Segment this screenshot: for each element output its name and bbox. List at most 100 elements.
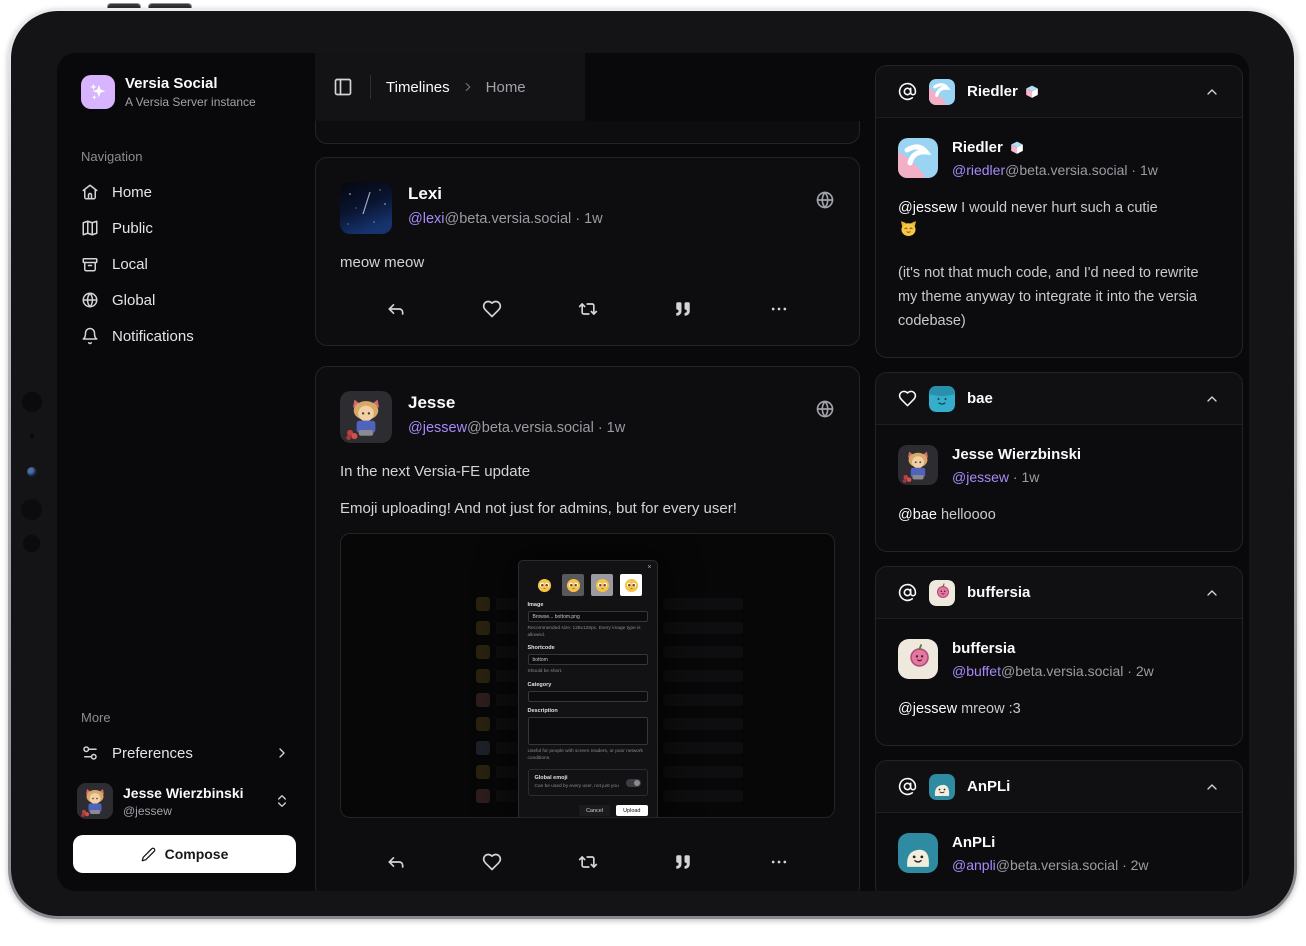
breadcrumb-root[interactable]: Timelines (386, 79, 450, 96)
breadcrumb-current: Home (486, 79, 526, 96)
notification-meta: @beta.versia.social · 2w (1001, 663, 1154, 679)
visibility-globe-icon[interactable] (815, 190, 835, 234)
toggle-switch (626, 779, 641, 787)
post-card-lexi[interactable]: Lexi @lexi@beta.versia.social · 1w meow … (315, 157, 860, 346)
emoji-preview (620, 574, 642, 596)
post-card-jesse[interactable]: Jesse @jessew@beta.versia.social · 1w In… (315, 366, 860, 891)
notification-header[interactable]: Riedler (876, 66, 1242, 118)
notification-card-buffersia: buffersia buffersia @buffet@beta.versia.… (875, 566, 1243, 746)
reply-button[interactable] (384, 297, 408, 321)
post-author[interactable]: Jesse (408, 393, 799, 413)
chevron-up-icon[interactable] (1204, 585, 1220, 601)
sidebar: Versia Social A Versia Server instance N… (57, 53, 312, 891)
more-options-button[interactable] (767, 850, 791, 874)
boost-button[interactable] (576, 297, 600, 321)
category-input (528, 691, 648, 702)
notification-body[interactable]: buffersia @buffet@beta.versia.social · 2… (876, 619, 1242, 745)
notification-author[interactable]: Jesse Wierzbinski (952, 446, 1081, 463)
sensor-dot (30, 434, 34, 438)
mention-link[interactable]: @jessew (898, 200, 957, 216)
pencil-icon (141, 847, 156, 862)
avatar[interactable] (898, 445, 938, 485)
chevron-up-icon[interactable] (1204, 84, 1220, 100)
notification-card-riedler: Riedler Riedler @riedler@beta.versia.soc… (875, 65, 1243, 358)
sidebar-item-label: Local (112, 256, 148, 273)
notification-meta: @beta.versia.social · 2w (996, 857, 1149, 873)
cat-smile-emoji (900, 220, 917, 237)
quote-button[interactable] (671, 297, 695, 321)
notification-author[interactable]: Riedler (952, 139, 1003, 156)
post-actions (340, 297, 835, 321)
sidebar-item-local[interactable]: Local (73, 246, 296, 282)
post-attachment-image[interactable]: × Image Browse... bottom.png Recommended (340, 533, 835, 818)
notification-body[interactable]: AnPLi @anpli@beta.versia.social · 2w (876, 813, 1242, 891)
house-icon (81, 183, 99, 201)
like-button[interactable] (480, 850, 504, 874)
post-text: Emoji uploading! And not just for admins… (340, 500, 835, 517)
sidebar-item-preferences[interactable]: Preferences (73, 735, 296, 771)
sensor-dot (22, 392, 42, 412)
cancel-button: Cancel (579, 805, 610, 816)
avatar[interactable] (898, 833, 938, 873)
sidebar-item-public[interactable]: Public (73, 210, 296, 246)
reply-button[interactable] (384, 850, 408, 874)
avatar[interactable] (340, 182, 392, 234)
avatar[interactable] (898, 639, 938, 679)
bell-icon (81, 327, 99, 345)
post-handle[interactable]: @lexi (408, 211, 444, 227)
mention-link[interactable]: @jessew (898, 701, 957, 717)
sidebar-item-label: Notifications (112, 328, 194, 345)
notification-title: bae (967, 390, 993, 407)
avatar[interactable] (898, 138, 938, 178)
boost-button[interactable] (576, 850, 600, 874)
mention-link[interactable]: @bae (898, 507, 937, 523)
field-label: Description (528, 708, 648, 714)
notification-body[interactable]: Riedler @riedler@beta.versia.social · 1w… (876, 118, 1242, 357)
panel-left-icon[interactable] (331, 75, 355, 99)
notification-text: (it's not that much code, and I'd need t… (898, 261, 1220, 333)
notification-body[interactable]: Jesse Wierzbinski @jessew · 1w @bae hell… (876, 425, 1242, 551)
device-bezel: Versia Social A Versia Server instance N… (11, 11, 1294, 916)
file-input: Browse... bottom.png (528, 611, 648, 622)
compose-button[interactable]: Compose (73, 835, 296, 873)
tablet-device-frame: Versia Social A Versia Server instance N… (8, 8, 1297, 919)
notification-header[interactable]: buffersia (876, 567, 1242, 619)
notification-text: mreow :3 (957, 701, 1021, 717)
field-label: Image (528, 602, 648, 608)
sidebar-item-label: Public (112, 220, 153, 237)
notification-meta: @beta.versia.social · 1w (1005, 162, 1158, 178)
notification-header[interactable]: bae (876, 373, 1242, 425)
sidebar-item-global[interactable]: Global (73, 282, 296, 318)
sidebar-item-notifications[interactable]: Notifications (73, 318, 296, 354)
notification-handle[interactable]: @buffet (952, 663, 1001, 679)
notification-title: Riedler (967, 83, 1018, 100)
field-label: Shortcode (528, 645, 648, 651)
chevron-up-icon[interactable] (1204, 391, 1220, 407)
notification-author[interactable]: buffersia (952, 640, 1015, 657)
brand[interactable]: Versia Social A Versia Server instance (73, 75, 296, 109)
sliders-icon (81, 744, 99, 762)
notification-handle[interactable]: @riedler (952, 162, 1005, 178)
partial-post-card[interactable] (315, 121, 860, 144)
avatar[interactable] (340, 391, 392, 443)
notification-title: buffersia (967, 584, 1030, 601)
like-button[interactable] (480, 297, 504, 321)
front-camera (27, 467, 37, 477)
more-options-button[interactable] (767, 297, 791, 321)
sidebar-item-label: Home (112, 184, 152, 201)
notification-author[interactable]: AnPLi (952, 834, 995, 851)
post-author[interactable]: Lexi (408, 184, 799, 204)
sidebar-item-home[interactable]: Home (73, 174, 296, 210)
account-switcher[interactable]: Jesse Wierzbinski @jessew (73, 783, 296, 819)
visibility-globe-icon[interactable] (815, 399, 835, 443)
post-handle[interactable]: @jessew (408, 420, 467, 436)
quote-button[interactable] (671, 850, 695, 874)
notification-handle[interactable]: @jessew (952, 469, 1009, 485)
avatar (929, 774, 955, 800)
compose-label: Compose (165, 846, 229, 862)
chevron-up-icon[interactable] (1204, 779, 1220, 795)
toggle-hint: Can be used by every user, not just you (535, 783, 619, 790)
notification-header[interactable]: AnPLi (876, 761, 1242, 813)
notification-handle[interactable]: @anpli (952, 857, 996, 873)
user-handle: @jessew (123, 804, 244, 818)
